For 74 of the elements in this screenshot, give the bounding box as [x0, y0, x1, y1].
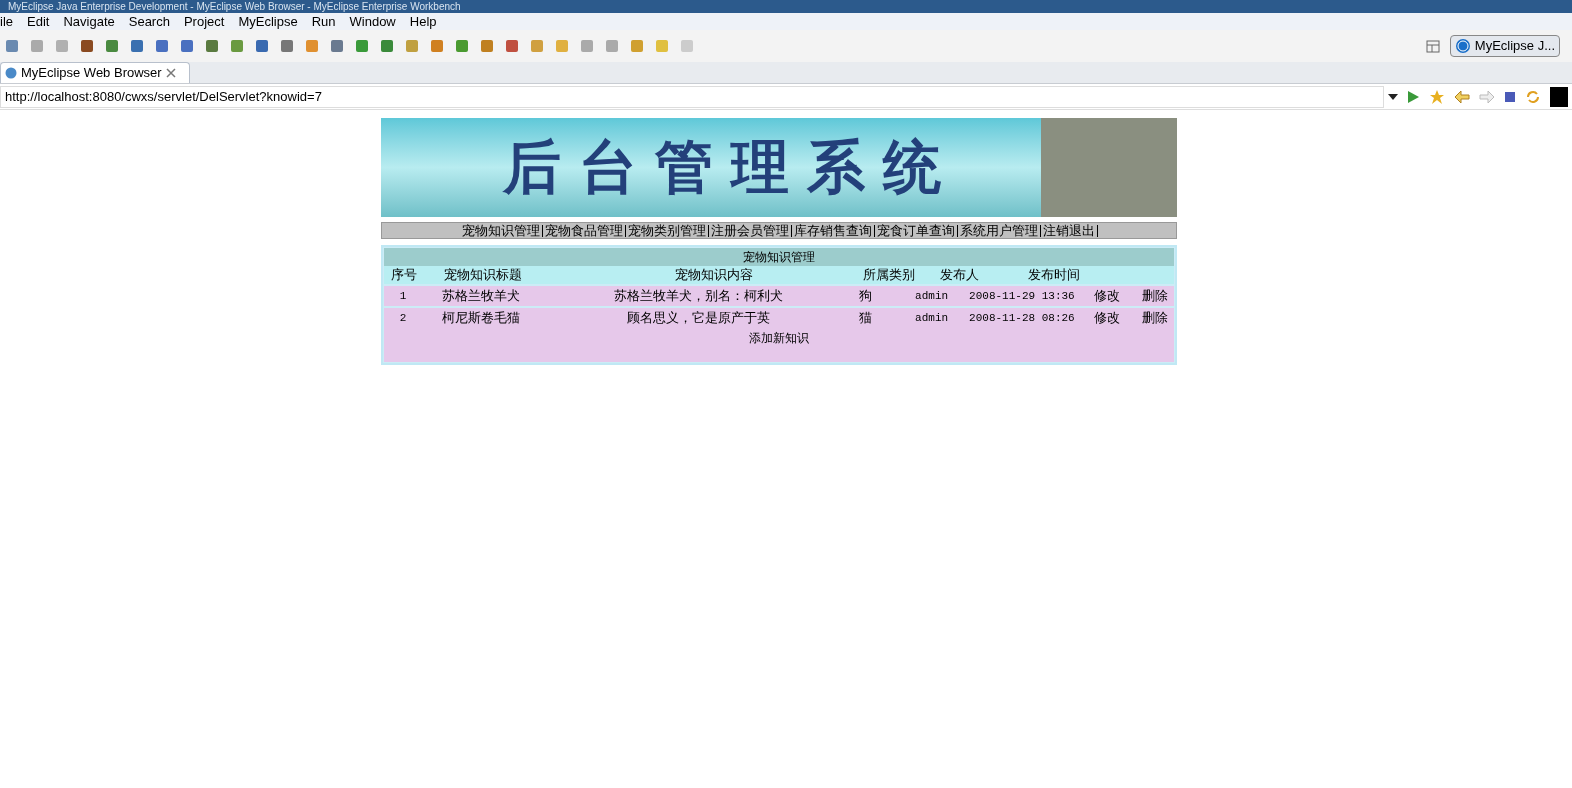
toolbar-icon[interactable]	[279, 38, 295, 54]
perspective-button[interactable]: MyEclipse J...	[1449, 35, 1560, 57]
toolbar-icon[interactable]	[129, 38, 145, 54]
nav-link[interactable]: 宠物食品管理	[543, 224, 625, 237]
toolbar-icon[interactable]	[379, 38, 395, 54]
table-cell-text: 2008-11-28 08:26	[968, 311, 1076, 326]
menu-item[interactable]: Project	[183, 11, 225, 32]
nav-link[interactable]: 系统用户管理	[958, 224, 1040, 237]
forward-icon[interactable]	[1479, 89, 1495, 104]
column-header: 发布时间	[1027, 266, 1081, 284]
column-header: 发布人	[938, 266, 980, 284]
nav-link[interactable]: 宠物类别管理	[626, 224, 708, 237]
nav-link[interactable]: 宠食订单查询	[875, 224, 957, 237]
refresh-icon[interactable]	[1525, 88, 1541, 105]
close-icon[interactable]	[165, 68, 176, 78]
column-header: 宠物知识标题	[443, 266, 523, 284]
table-cell-text: 狗	[857, 287, 873, 305]
toolbar-icon[interactable]	[104, 38, 120, 54]
menu-item[interactable]: Navigate	[63, 11, 115, 32]
toolbar-icon[interactable]	[4, 38, 20, 54]
banner-title: 后台管理系统	[503, 132, 959, 203]
globe-icon	[5, 67, 17, 79]
table-cell-text: 苏格兰牧羊犬，别名：柯利犬	[613, 287, 785, 305]
nav-link[interactable]: 宠物知识管理	[460, 224, 542, 237]
menu-item[interactable]: Help	[409, 11, 437, 32]
table-cell-text: admin	[914, 311, 950, 326]
toolbar-icon[interactable]	[354, 38, 370, 54]
nav-link[interactable]: 注销退出	[1041, 224, 1097, 237]
table-cell-text: 2008-11-29 13:36	[968, 289, 1076, 304]
table-cell-text: 1	[398, 289, 408, 304]
menu-item[interactable]: Edit	[27, 11, 50, 32]
go-icon[interactable]	[1406, 89, 1420, 104]
menu-item[interactable]: Run	[311, 11, 336, 32]
column-header: 序号	[390, 266, 418, 284]
table-cell-text: 猫	[857, 309, 873, 327]
column-header: 宠物知识内容	[674, 266, 754, 284]
edit-link[interactable]: 修改	[1078, 286, 1136, 306]
table-cell-text: 顾名思义，它是原产于英	[626, 309, 772, 327]
nav-link[interactable]: 注册会员管理	[709, 224, 791, 237]
address-field[interactable]: http://localhost:8080/cwxs/servlet/DelServlet?knowid=7	[0, 85, 1384, 108]
nav-link[interactable]: 库存销售查询	[792, 224, 874, 237]
delete-link[interactable]: 删除	[1136, 286, 1174, 306]
edit-link[interactable]: 修改	[1078, 308, 1136, 328]
toolbar-icon[interactable]	[79, 38, 95, 54]
back-icon[interactable]	[1454, 89, 1470, 104]
menu-item[interactable]: Search	[128, 11, 170, 32]
menu-item[interactable]: Window	[349, 11, 396, 32]
toolbar-icon[interactable]	[329, 38, 345, 54]
menu-item[interactable]: MyEclipse	[238, 11, 298, 32]
perspective-icon[interactable]	[1424, 38, 1441, 54]
toolbar-icon[interactable]	[179, 38, 195, 54]
table-cell-text: 柯尼斯卷毛猫	[441, 309, 522, 327]
toolbar-icon[interactable]	[504, 38, 520, 54]
toolbar-icon[interactable]	[229, 38, 245, 54]
dropdown-icon[interactable]	[1388, 93, 1398, 100]
view-panel	[1550, 86, 1568, 107]
window-title: MyEclipse Java Enterprise Development - MyEclipse Web Browser - MyEclipse Enterprise Workbench	[8, 0, 461, 13]
table-cell-text: 苏格兰牧羊犬	[441, 287, 522, 305]
toolbar-icon[interactable]	[429, 38, 445, 54]
table-title: 宠物知识管理	[384, 248, 1174, 266]
stop-icon[interactable]	[1504, 90, 1516, 103]
star-icon[interactable]	[1429, 88, 1445, 105]
toolbar-icon[interactable]	[454, 38, 470, 54]
toolbar-icon[interactable]	[204, 38, 220, 54]
browser-tab[interactable]: MyEclipse Web Browser	[0, 62, 190, 83]
table-cell-text: 2	[398, 311, 408, 326]
menu-item[interactable]: ile	[0, 11, 13, 32]
toolbar-icon[interactable]	[154, 38, 170, 54]
add-knowledge-link[interactable]: 添加新知识	[749, 328, 809, 362]
table-cell-text: admin	[914, 289, 950, 304]
toolbar-icon[interactable]	[254, 38, 270, 54]
delete-link[interactable]: 删除	[1136, 308, 1174, 328]
column-header: 所属类别	[862, 266, 916, 284]
toolbar-icon[interactable]	[479, 38, 495, 54]
